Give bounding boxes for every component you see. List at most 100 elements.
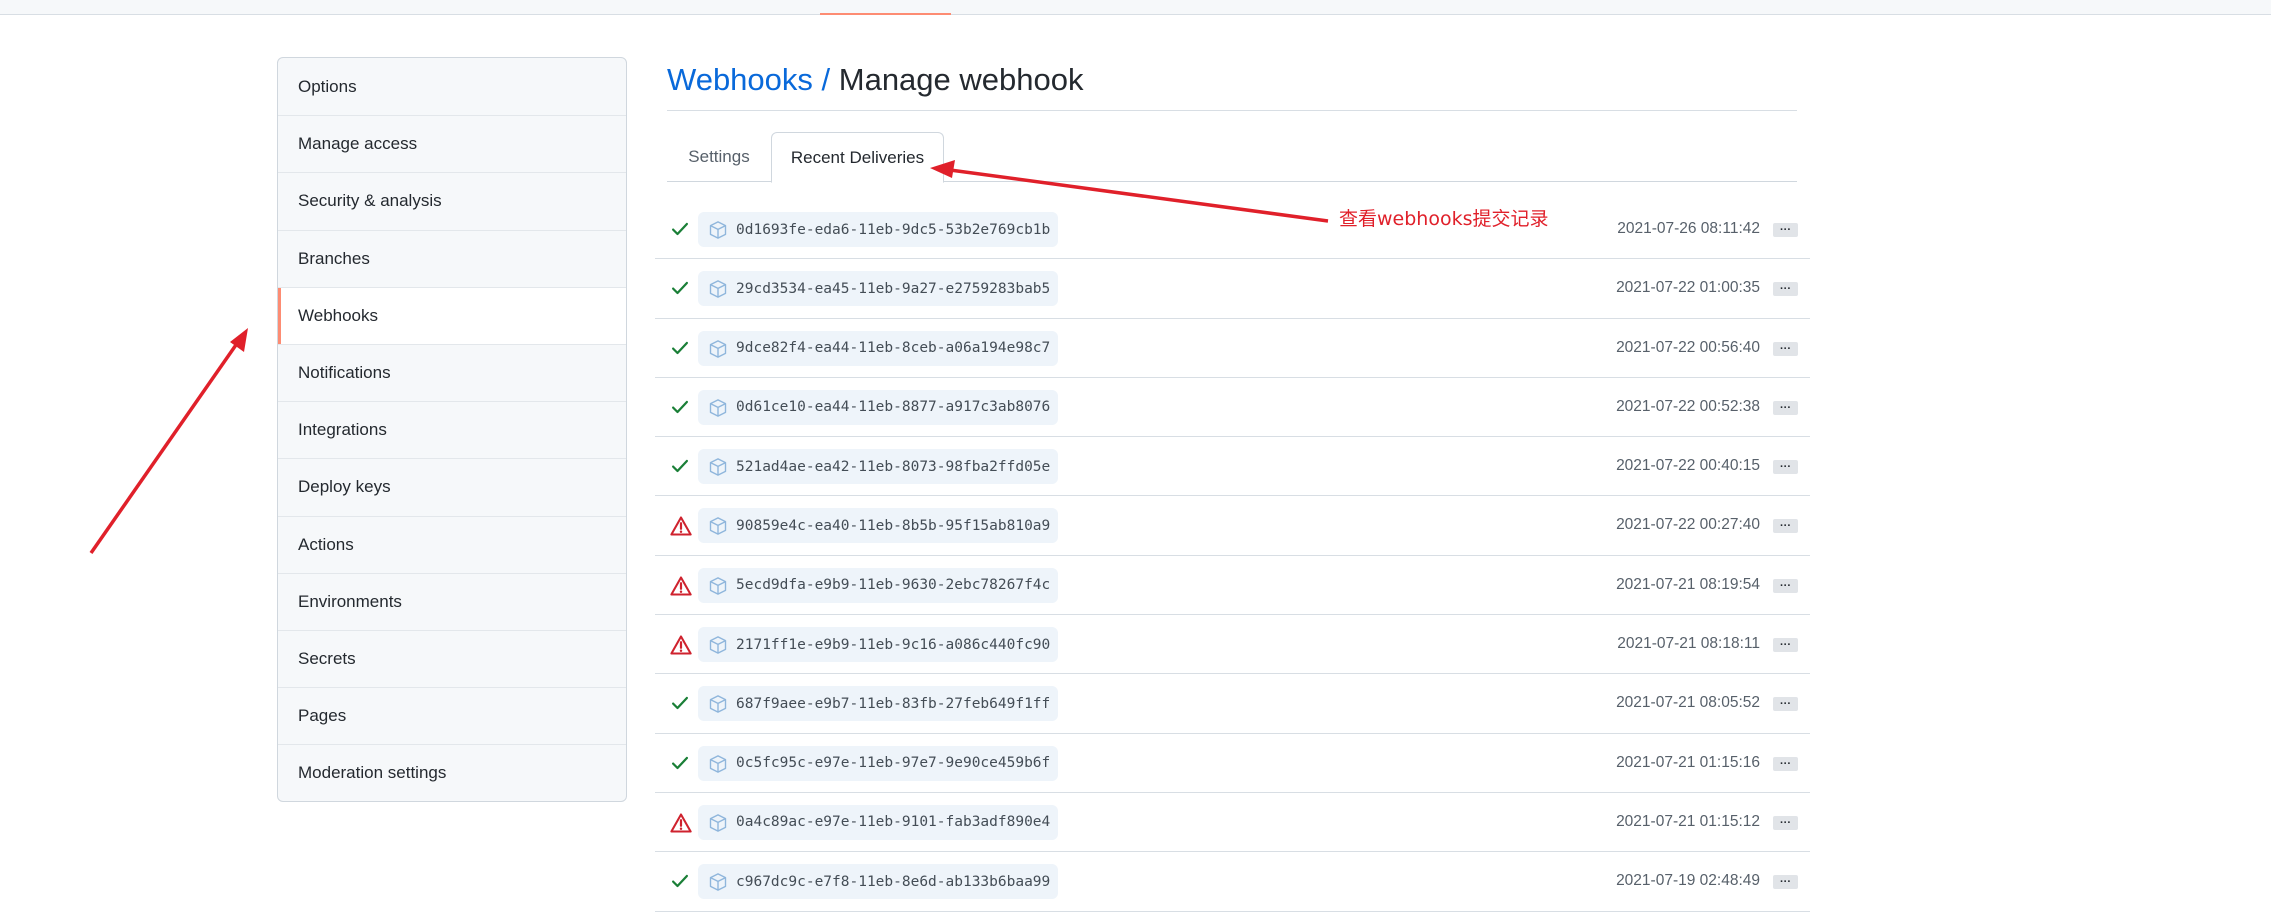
- kebab-horizontal-icon[interactable]: ···: [1773, 638, 1798, 653]
- delivery-guid-button[interactable]: 0d61ce10-ea44-11eb-8877-a917c3ab8076: [698, 389, 1059, 425]
- kebab-horizontal-icon[interactable]: ···: [1773, 578, 1798, 593]
- check-icon: [670, 338, 692, 360]
- delivery-timestamp: 2021-07-26 08:11:42: [1617, 220, 1760, 237]
- delivery-timestamp: 2021-07-22 00:52:38: [1616, 397, 1760, 415]
- delivery-timestamp: 2021-07-22 00:27:40: [1616, 516, 1760, 534]
- sidebar-item-security-analysis[interactable]: Security & analysis: [278, 172, 626, 229]
- sidebar-item-branches[interactable]: Branches: [278, 229, 626, 287]
- package-icon: [708, 279, 728, 299]
- delivery-guid-text: 90859e4c-ea40-11eb-8b5b-95f15ab810a9: [736, 517, 1051, 534]
- package-icon: [708, 754, 728, 774]
- check-icon: [670, 456, 692, 478]
- annotation-label: 查看webhooks提交记录: [1339, 208, 1549, 230]
- kebab-horizontal-icon[interactable]: ···: [1773, 400, 1798, 415]
- sidebar-item-integrations[interactable]: Integrations: [278, 401, 626, 458]
- sidebar-item-deploy-keys[interactable]: Deploy keys: [278, 458, 626, 515]
- delivery-row: 2171ff1e-e9b9-11eb-9c16-a086c440fc90 2021…: [655, 615, 1810, 675]
- sidebar-item-pages[interactable]: Pages: [278, 687, 626, 744]
- sidebar-item-label: Integrations: [298, 420, 387, 440]
- alert-icon: [670, 515, 692, 537]
- delivery-guid-button[interactable]: 5ecd9dfa-e9b9-11eb-9630-2ebc78267f4c: [698, 567, 1059, 603]
- package-icon: [708, 635, 728, 655]
- kebab-horizontal-icon[interactable]: ···: [1773, 460, 1798, 475]
- delivery-guid-text: 687f9aee-e9b7-11eb-83fb-27feb649f1ff: [736, 695, 1051, 712]
- sidebar-item-webhooks[interactable]: Webhooks: [278, 286, 626, 345]
- sidebar-item-manage-access[interactable]: Manage access: [278, 115, 626, 172]
- sidebar-item-label: Notifications: [298, 363, 391, 383]
- package-icon: [708, 694, 728, 714]
- delivery-guid-button[interactable]: 29cd3534-ea45-11eb-9a27-e2759283bab5: [698, 271, 1059, 307]
- kebab-horizontal-icon[interactable]: ···: [1773, 282, 1798, 297]
- sidebar-item-label: Actions: [298, 534, 354, 554]
- delivery-timestamp: 2021-07-21 01:15:12: [1616, 812, 1760, 830]
- delivery-row: 5ecd9dfa-e9b9-11eb-9630-2ebc78267f4c 2021…: [655, 556, 1810, 616]
- kebab-horizontal-icon[interactable]: ···: [1773, 341, 1798, 356]
- delivery-guid-button[interactable]: 0a4c89ac-e97e-11eb-9101-fab3adf890e4: [698, 804, 1059, 840]
- webhook-tabs: Settings Recent Deliveries: [667, 132, 1797, 183]
- delivery-timestamp: 2021-07-21 08:18:11: [1617, 635, 1760, 653]
- package-icon: [708, 339, 728, 359]
- package-icon: [708, 576, 728, 596]
- delivery-row: 687f9aee-e9b7-11eb-83fb-27feb649f1ff 2021…: [655, 674, 1810, 734]
- annotation-arrow-to-sidebar: [89, 340, 240, 555]
- delivery-guid-button[interactable]: 90859e4c-ea40-11eb-8b5b-95f15ab810a9: [698, 508, 1059, 544]
- delivery-row: c967dc9c-e7f8-11eb-8e6d-ab133b6baa99 2021…: [655, 852, 1810, 912]
- title-divider: [667, 110, 1797, 111]
- deliveries-list: 0d1693fe-eda6-11eb-9dc5-53b2e769cb1b 2021…: [655, 200, 1810, 912]
- tab-settings[interactable]: Settings: [667, 132, 771, 182]
- check-icon: [670, 693, 692, 715]
- delivery-guid-text: 5ecd9dfa-e9b9-11eb-9630-2ebc78267f4c: [736, 577, 1051, 594]
- delivery-timestamp: 2021-07-21 08:05:52: [1616, 694, 1760, 712]
- delivery-guid-text: 0d1693fe-eda6-11eb-9dc5-53b2e769cb1b: [736, 221, 1051, 238]
- delivery-guid-button[interactable]: 687f9aee-e9b7-11eb-83fb-27feb649f1ff: [698, 686, 1059, 722]
- alert-icon: [670, 812, 692, 834]
- kebab-horizontal-icon[interactable]: ···: [1773, 223, 1798, 237]
- package-icon: [708, 516, 728, 536]
- breadcrumb-webhooks-link[interactable]: Webhooks: [667, 62, 813, 97]
- kebab-horizontal-icon[interactable]: ···: [1773, 756, 1798, 771]
- settings-sidebar: Options Manage access Security & analysis B…: [277, 57, 627, 802]
- sidebar-item-options[interactable]: Options: [278, 58, 626, 115]
- delivery-timestamp: 2021-07-22 01:00:35: [1616, 279, 1760, 297]
- delivery-row: 0a4c89ac-e97e-11eb-9101-fab3adf890e4 2021…: [655, 793, 1810, 853]
- sidebar-item-label: Moderation settings: [298, 763, 447, 783]
- check-icon: [670, 871, 692, 893]
- sidebar-item-actions[interactable]: Actions: [278, 515, 626, 573]
- kebab-horizontal-icon[interactable]: ···: [1773, 875, 1798, 890]
- alert-icon: [670, 634, 692, 656]
- check-icon: [670, 753, 692, 775]
- kebab-horizontal-icon[interactable]: ···: [1773, 815, 1798, 830]
- sidebar-item-environments[interactable]: Environments: [278, 572, 626, 630]
- sidebar-item-secrets[interactable]: Secrets: [278, 629, 626, 687]
- sidebar-item-label: Options: [298, 76, 357, 96]
- breadcrumb-current: Manage webhook: [838, 62, 1084, 97]
- delivery-guid-button[interactable]: 9dce82f4-ea44-11eb-8ceb-a06a194e98c7: [698, 330, 1059, 366]
- sidebar-item-label: Branches: [298, 248, 370, 268]
- delivery-guid-text: 0a4c89ac-e97e-11eb-9101-fab3adf890e4: [736, 814, 1051, 831]
- sidebar-item-label: Environments: [298, 591, 402, 611]
- delivery-guid-button[interactable]: 0d1693fe-eda6-11eb-9dc5-53b2e769cb1b: [698, 212, 1059, 247]
- delivery-timestamp: 2021-07-22 00:40:15: [1616, 457, 1760, 475]
- check-icon: [670, 219, 692, 241]
- sidebar-item-notifications[interactable]: Notifications: [278, 343, 626, 401]
- package-icon: [708, 398, 728, 418]
- delivery-guid-button[interactable]: 2171ff1e-e9b9-11eb-9c16-a086c440fc90: [698, 627, 1059, 663]
- alert-icon: [670, 575, 692, 597]
- sidebar-item-label: Security & analysis: [298, 191, 442, 211]
- kebab-horizontal-icon[interactable]: ···: [1773, 519, 1798, 534]
- delivery-guid-text: 29cd3534-ea45-11eb-9a27-e2759283bab5: [736, 280, 1051, 297]
- delivery-guid-text: 521ad4ae-ea42-11eb-8073-98fba2ffd05e: [736, 458, 1051, 475]
- delivery-guid-button[interactable]: 521ad4ae-ea42-11eb-8073-98fba2ffd05e: [698, 449, 1059, 485]
- tab-recent-deliveries[interactable]: Recent Deliveries: [771, 132, 944, 183]
- delivery-guid-button[interactable]: 0c5fc95c-e97e-11eb-97e7-9e90ce459b6f: [698, 745, 1059, 781]
- delivery-row: 0d1693fe-eda6-11eb-9dc5-53b2e769cb1b 2021…: [655, 200, 1810, 260]
- delivery-guid-button[interactable]: c967dc9c-e7f8-11eb-8e6d-ab133b6baa99: [698, 864, 1059, 900]
- kebab-horizontal-icon[interactable]: ···: [1773, 697, 1798, 712]
- breadcrumb-separator: /: [812, 62, 839, 97]
- package-icon: [708, 872, 728, 892]
- delivery-timestamp: 2021-07-19 02:48:49: [1616, 872, 1760, 890]
- sidebar-item-moderation-settings[interactable]: Moderation settings: [278, 744, 626, 801]
- page-title: Webhooks / Manage webhook: [667, 60, 1083, 100]
- delivery-guid-text: 2171ff1e-e9b9-11eb-9c16-a086c440fc90: [736, 636, 1051, 653]
- sidebar-item-label: Pages: [298, 706, 347, 726]
